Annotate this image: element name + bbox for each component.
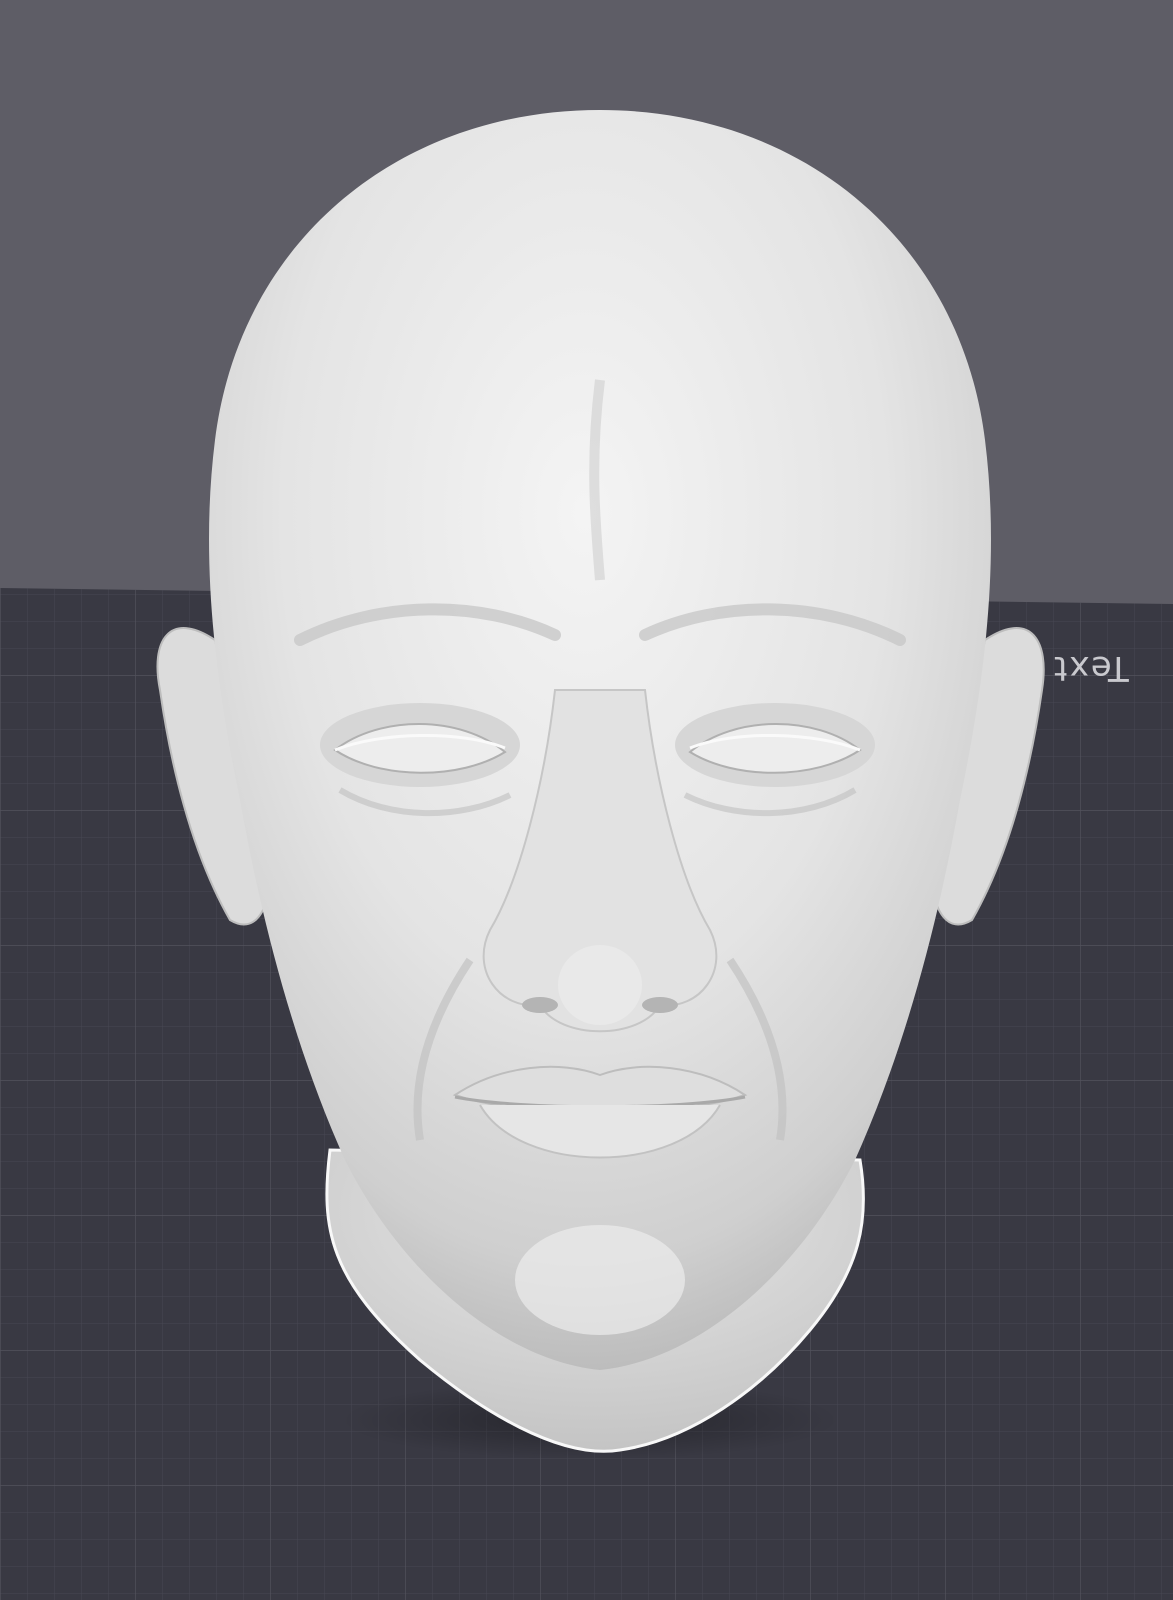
chin [515,1225,685,1335]
viewport-scene[interactable] [0,0,1173,1600]
build-plate-label: Text [1052,648,1129,688]
forehead-ridge [589,379,605,581]
3d-viewport[interactable]: Text [0,0,1173,1600]
